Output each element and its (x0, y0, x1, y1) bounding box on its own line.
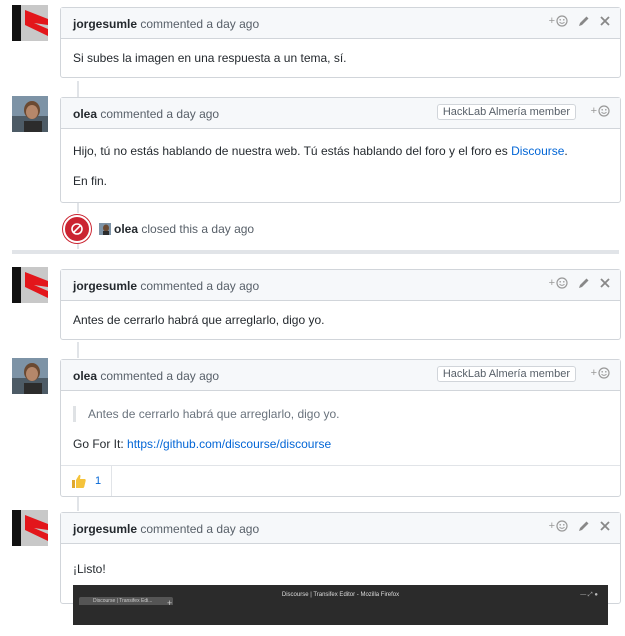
comment-header: olea commented a day ago HackLab Almería… (61, 360, 620, 391)
window-controls: — ⤢ ● (580, 592, 598, 598)
event-action: closed this a day ago (141, 222, 255, 236)
closed-badge (63, 215, 91, 243)
timeline-line (77, 81, 79, 97)
event-actor[interactable]: olea (114, 222, 138, 236)
closed-event: olea closed this a day ago (63, 215, 254, 243)
github-link[interactable]: https://github.com/discourse/discourse (127, 437, 331, 451)
timeline-line (77, 342, 79, 358)
add-reaction-button[interactable]: + (549, 15, 568, 27)
comment: olea commented a day ago HackLab Almería… (60, 97, 621, 203)
comment-body: Si subes la imagen en una respuesta a un… (61, 39, 620, 77)
comment: jorgesumle commented a day ago + Si sube… (60, 7, 621, 78)
reactions-bar: 1 (61, 465, 620, 496)
delete-button[interactable] (600, 278, 610, 288)
close-icon (600, 278, 610, 288)
comment-text: Go For It: https://github.com/discourse/… (73, 437, 332, 451)
comment: olea commented a day ago HackLab Almería… (60, 359, 621, 497)
comment-header: jorgesumle commented a day ago + (61, 270, 620, 301)
comment-header: jorgesumle commented a day ago + (61, 513, 620, 544)
comment-body: Antes de cerrarlo habrá que arreglarlo, … (61, 301, 620, 339)
pencil-icon (579, 521, 589, 531)
edit-button[interactable] (578, 520, 590, 532)
comment: jorgesumle commented a day ago + Antes d… (60, 269, 621, 340)
blockquote: Antes de cerrarlo habrá que arreglarlo, … (73, 406, 608, 422)
comment-author[interactable]: olea (73, 107, 97, 121)
thumbs-up-reaction[interactable]: 1 (61, 466, 112, 496)
member-badge: HackLab Almería member (436, 366, 576, 382)
member-badge: HackLab Almería member (436, 104, 576, 120)
thumbs-up-icon (71, 474, 86, 488)
smiley-icon (556, 15, 568, 27)
comment-body: Antes de cerrarlo habrá que arreglarlo, … (61, 391, 620, 465)
comment-timestamp[interactable]: commented a day ago (140, 279, 259, 293)
comment-text: ¡Listo! (73, 562, 106, 576)
avatar-jorgesumle[interactable] (12, 510, 48, 546)
add-reaction-button[interactable]: + (549, 520, 568, 532)
avatar-olea[interactable] (12, 358, 48, 394)
comment-text: Hijo, tú no estás hablando de nuestra we… (73, 144, 568, 158)
comment: jorgesumle commented a day ago + ¡Listo!… (60, 512, 621, 625)
delete-button[interactable] (600, 16, 610, 26)
add-reaction-button[interactable]: + (591, 105, 610, 117)
comment-body: Hijo, tú no estás hablando de nuestra we… (61, 129, 620, 202)
comment-body: ¡Listo! Discourse | Transifex Editor - M… (61, 544, 620, 636)
comment-header: jorgesumle commented a day ago + (61, 8, 620, 39)
pencil-icon (579, 278, 589, 288)
avatar-olea-small[interactable] (99, 223, 111, 235)
reaction-count: 1 (94, 475, 102, 487)
smiley-icon (598, 105, 610, 117)
comment-text: En fin. (73, 174, 108, 188)
comment-author[interactable]: jorgesumle (73, 279, 137, 293)
comment-author[interactable]: jorgesumle (73, 17, 137, 31)
avatar-olea[interactable] (12, 96, 48, 132)
edit-button[interactable] (578, 277, 590, 289)
discourse-link[interactable]: Discourse (511, 144, 564, 158)
avatar-jorgesumle[interactable] (12, 5, 48, 41)
add-reaction-button[interactable]: + (549, 277, 568, 289)
smiley-icon (598, 367, 610, 379)
comment-header: olea commented a day ago HackLab Almería… (61, 98, 620, 129)
delete-button[interactable] (600, 521, 610, 531)
timeline-line (77, 495, 79, 511)
comment-timestamp[interactable]: commented a day ago (100, 107, 219, 121)
smiley-icon (556, 277, 568, 289)
comment-timestamp[interactable]: commented a day ago (140, 522, 259, 536)
pencil-icon (579, 16, 589, 26)
comment-text: Si subes la imagen en una respuesta a un… (73, 51, 347, 65)
avatar-jorgesumle[interactable] (12, 267, 48, 303)
circle-slash-icon (71, 223, 83, 235)
edit-button[interactable] (578, 15, 590, 27)
comment-timestamp[interactable]: commented a day ago (140, 17, 259, 31)
embedded-screenshot[interactable]: Discourse | Transifex Editor - Mozilla F… (73, 585, 608, 625)
close-icon (600, 521, 610, 531)
close-icon (600, 16, 610, 26)
new-tab-icon: + (167, 598, 173, 608)
timeline-divider (12, 250, 619, 254)
smiley-icon (556, 520, 568, 532)
comment-author[interactable]: jorgesumle (73, 522, 137, 536)
comment-author[interactable]: olea (73, 369, 97, 383)
add-reaction-button[interactable]: + (591, 367, 610, 379)
comment-text: Antes de cerrarlo habrá que arreglarlo, … (73, 313, 325, 327)
screenshot-tab: Discourse | Transifex Edi... (79, 597, 173, 605)
comment-timestamp[interactable]: commented a day ago (100, 369, 219, 383)
